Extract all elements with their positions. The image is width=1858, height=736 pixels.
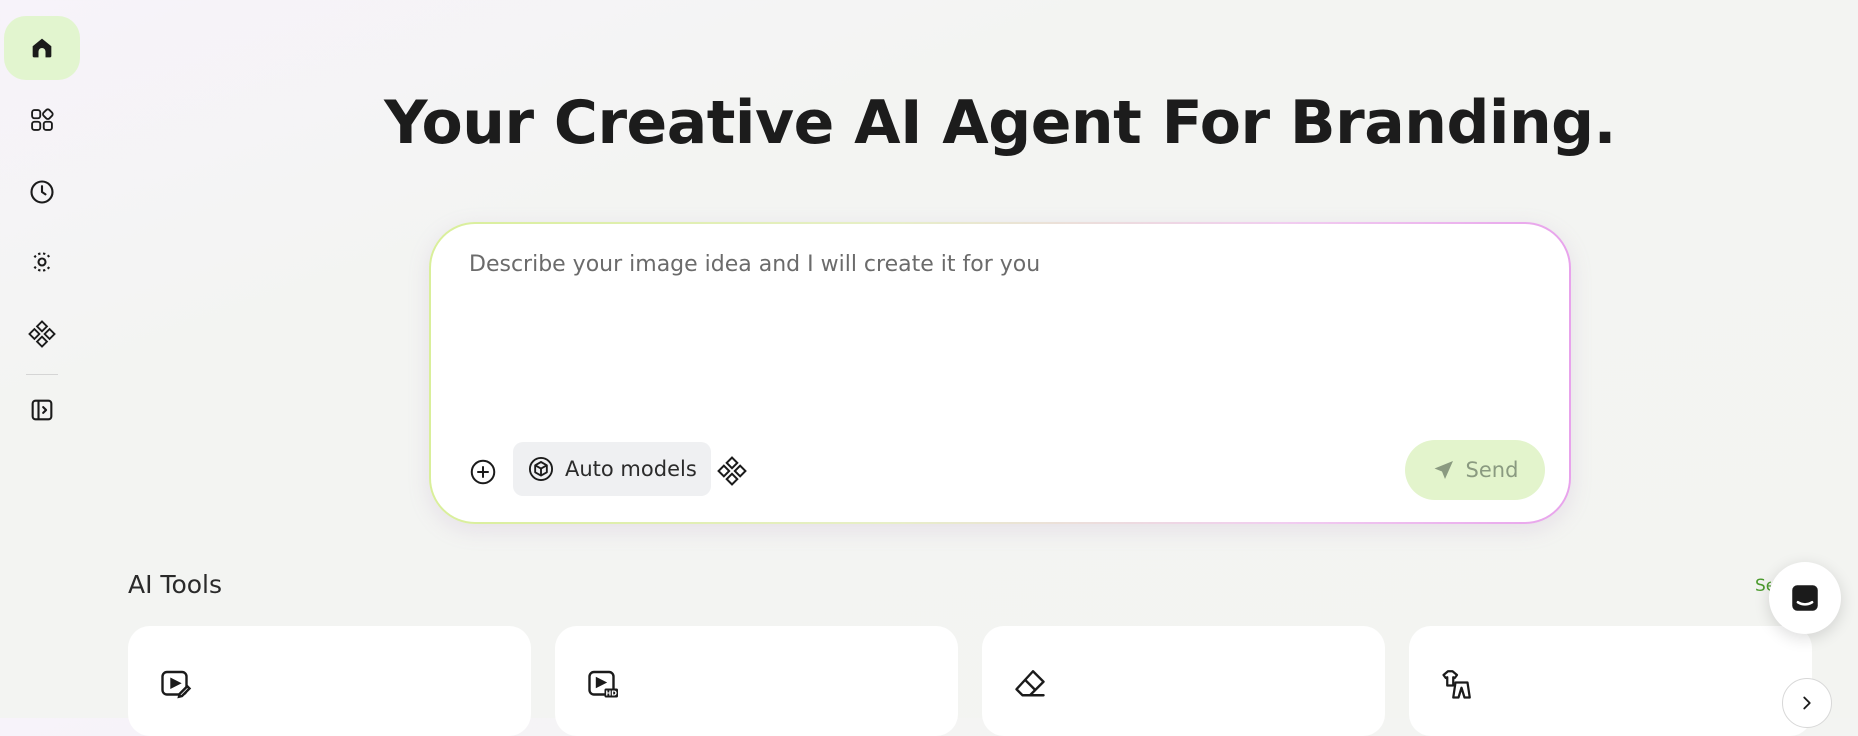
auto-models-label: Auto models (565, 457, 697, 481)
page-title: Your Creative AI Agent For Branding. (384, 88, 1616, 158)
chevron-right-icon (1803, 696, 1811, 710)
diamond-cluster-icon (717, 456, 747, 486)
prompt-input[interactable] (467, 250, 1531, 374)
diamond-cluster-icon (28, 320, 56, 348)
ai-tools-heading: AI Tools (128, 570, 223, 599)
prompt-composer: Auto models Send (429, 222, 1571, 524)
sidebar-item-explore[interactable] (4, 230, 80, 294)
carousel-next-button[interactable] (1782, 678, 1832, 728)
clothing-icon (1442, 670, 1471, 699)
tool-card-video-hd[interactable]: HD (555, 626, 958, 736)
prompt-composer-inner: Auto models Send (431, 224, 1569, 522)
sidebar-item-history[interactable] (4, 160, 80, 224)
sidebar-item-home[interactable] (4, 16, 80, 80)
broadcast-icon (33, 252, 51, 272)
cube-icon (528, 456, 554, 482)
eraser-icon (1015, 670, 1045, 697)
chat-support-button[interactable] (1769, 562, 1841, 634)
auto-models-button[interactable]: Auto models (513, 442, 711, 496)
chat-icon (1792, 585, 1818, 611)
video-edit-icon (161, 670, 192, 699)
tool-card-eraser[interactable] (982, 626, 1385, 736)
sidebar-divider (26, 374, 58, 375)
paper-plane-icon (1434, 461, 1453, 479)
home-icon (32, 38, 52, 58)
video-hd-icon: HD (588, 670, 618, 698)
tool-card-clothing[interactable] (1409, 626, 1812, 736)
add-attachment-button[interactable] (465, 454, 501, 490)
model-styles-button[interactable] (715, 454, 749, 488)
tool-card-video-edit[interactable] (128, 626, 531, 736)
apps-grid-icon (31, 108, 54, 131)
send-label: Send (1465, 458, 1519, 482)
sidebar (0, 0, 84, 718)
sidebar-item-apps[interactable] (4, 88, 80, 152)
expand-panel-icon (31, 399, 53, 421)
svg-text:HD: HD (606, 690, 618, 698)
send-button[interactable]: Send (1405, 440, 1545, 500)
sidebar-item-models[interactable] (4, 302, 80, 366)
plus-circle-icon (470, 459, 496, 485)
sidebar-expand-button[interactable] (4, 378, 80, 442)
clock-icon (30, 180, 54, 204)
